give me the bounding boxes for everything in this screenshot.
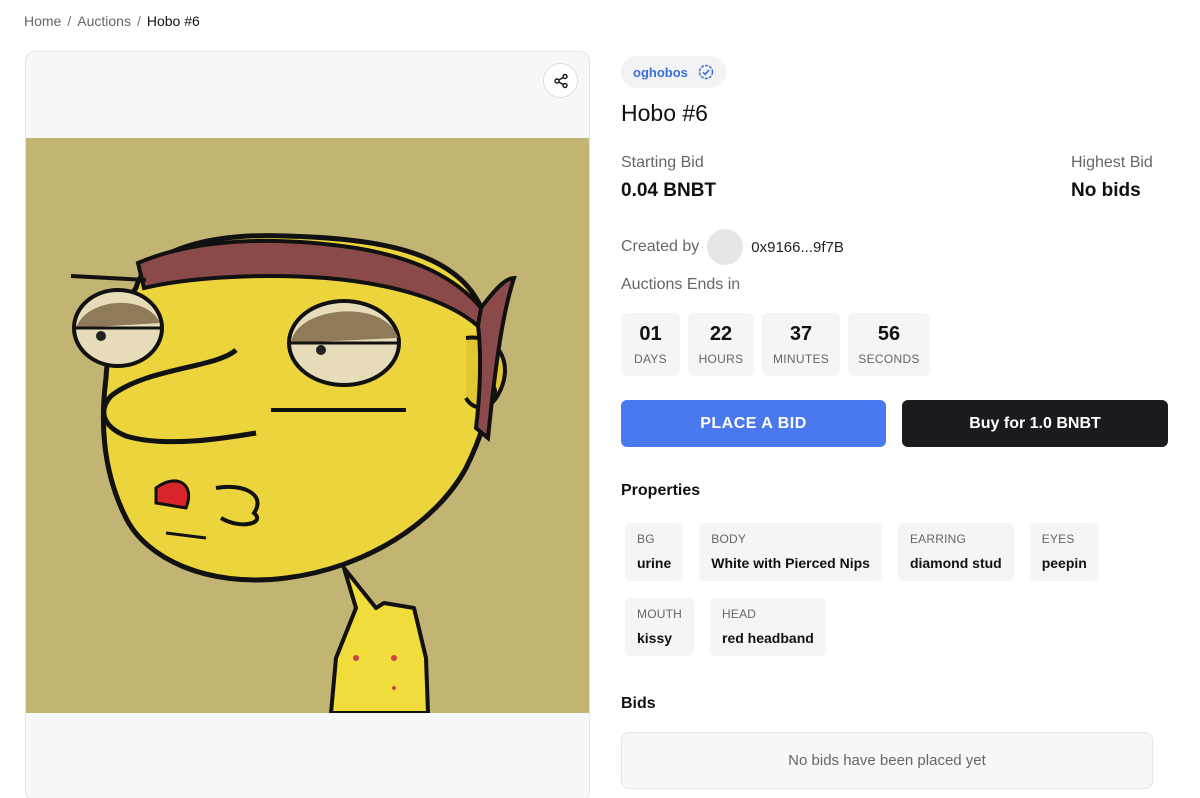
place-bid-button[interactable]: PLACE A BID <box>621 400 886 447</box>
countdown-minutes-value: 37 <box>789 323 813 345</box>
countdown-hours: 22 HOURS <box>688 313 754 376</box>
property-value: red headband <box>722 630 814 646</box>
countdown-seconds: 56 SECONDS <box>848 313 930 376</box>
creator-address-link[interactable]: 0x9166...9f7B <box>751 239 844 256</box>
share-icon <box>553 73 568 88</box>
bids-empty-state: No bids have been placed yet <box>621 732 1153 789</box>
property-item-body: BODY White with Pierced Nips <box>699 523 882 581</box>
breadcrumb-separator: / <box>136 13 141 29</box>
buy-now-button[interactable]: Buy for 1.0 BNBT <box>902 400 1168 447</box>
countdown-minutes: 37 MINUTES <box>762 313 840 376</box>
share-button[interactable] <box>543 63 578 98</box>
starting-bid-label: Starting Bid <box>621 154 704 171</box>
auction-countdown: 01 DAYS 22 HOURS 37 MINUTES 56 SECONDS <box>621 313 930 376</box>
starting-bid-value: 0.04 BNBT <box>621 180 717 201</box>
countdown-hours-value: 22 <box>709 323 733 345</box>
property-key: BODY <box>711 532 747 546</box>
properties-heading: Properties <box>621 482 701 499</box>
property-key: BG <box>637 532 655 546</box>
property-item-eyes: EYES peepin <box>1029 523 1099 581</box>
countdown-hours-label: HOURS <box>698 352 744 366</box>
countdown-minutes-label: MINUTES <box>772 352 830 366</box>
nft-artwork-image <box>26 138 589 713</box>
collection-creator-chip[interactable]: oghobos <box>621 56 726 88</box>
collection-name: oghobos <box>633 64 688 80</box>
property-item-earring: EARRING diamond stud <box>897 523 1014 581</box>
property-item-mouth: MOUTH kissy <box>625 598 694 656</box>
property-key: EYES <box>1041 532 1075 546</box>
property-value: peepin <box>1041 555 1087 571</box>
countdown-seconds-label: SECONDS <box>858 352 920 366</box>
property-value: diamond stud <box>909 555 1002 571</box>
property-key: HEAD <box>722 607 757 621</box>
breadcrumb-auctions-link[interactable]: Auctions <box>77 13 131 29</box>
verified-check-icon <box>698 64 714 80</box>
auction-ends-label: Auctions Ends in <box>621 276 741 293</box>
properties-list: BG urine BODY White with Pierced Nips EA… <box>625 523 1145 656</box>
property-key: MOUTH <box>637 607 682 621</box>
countdown-days-value: 01 <box>639 323 662 345</box>
breadcrumb-home-link[interactable]: Home <box>24 13 61 29</box>
created-by-label: Created by <box>621 238 700 255</box>
created-by-row: Created by 0x9166...9f7B <box>621 229 844 265</box>
countdown-days-label: DAYS <box>634 352 667 366</box>
breadcrumb-current: Hobo #6 <box>146 13 200 29</box>
breadcrumb: Home / Auctions / Hobo #6 <box>24 13 200 29</box>
breadcrumb-separator: / <box>67 13 72 29</box>
property-item-bg: BG urine <box>625 523 684 581</box>
property-value: kissy <box>637 630 673 646</box>
property-key: EARRING <box>909 532 967 546</box>
highest-bid-value: No bids <box>1071 180 1141 201</box>
bids-heading: Bids <box>621 695 656 712</box>
property-item-head: HEAD red headband <box>710 598 826 656</box>
countdown-days: 01 DAYS <box>621 313 680 376</box>
countdown-seconds-value: 56 <box>877 323 901 345</box>
page-title: Hobo #6 <box>621 100 708 126</box>
property-value: urine <box>637 555 672 571</box>
creator-avatar[interactable] <box>707 229 744 265</box>
highest-bid-label: Highest Bid <box>1071 154 1153 171</box>
nft-media-card <box>25 51 590 798</box>
property-value: White with Pierced Nips <box>711 555 870 571</box>
